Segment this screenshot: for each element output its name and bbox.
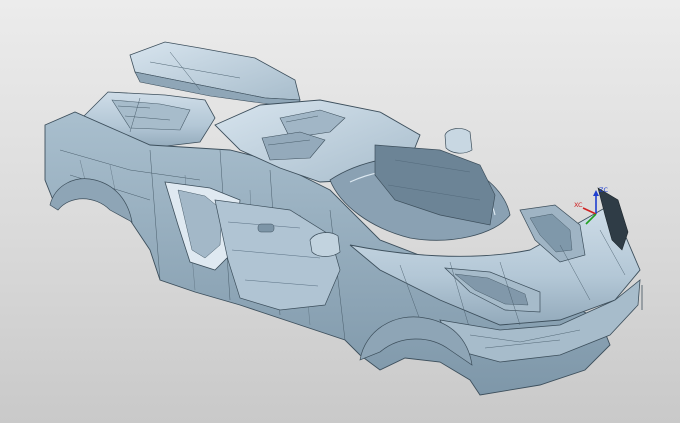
zc-label: ZC — [599, 186, 608, 194]
cad-viewport[interactable]: ZC XC — [0, 0, 680, 423]
door-handle — [257, 223, 275, 233]
side-mirror-left — [309, 232, 341, 257]
xc-axis — [582, 207, 597, 215]
xc-label: XC — [574, 201, 583, 209]
side-mirror-right — [444, 128, 473, 154]
car-body-model[interactable]: ZC XC — [0, 0, 680, 423]
